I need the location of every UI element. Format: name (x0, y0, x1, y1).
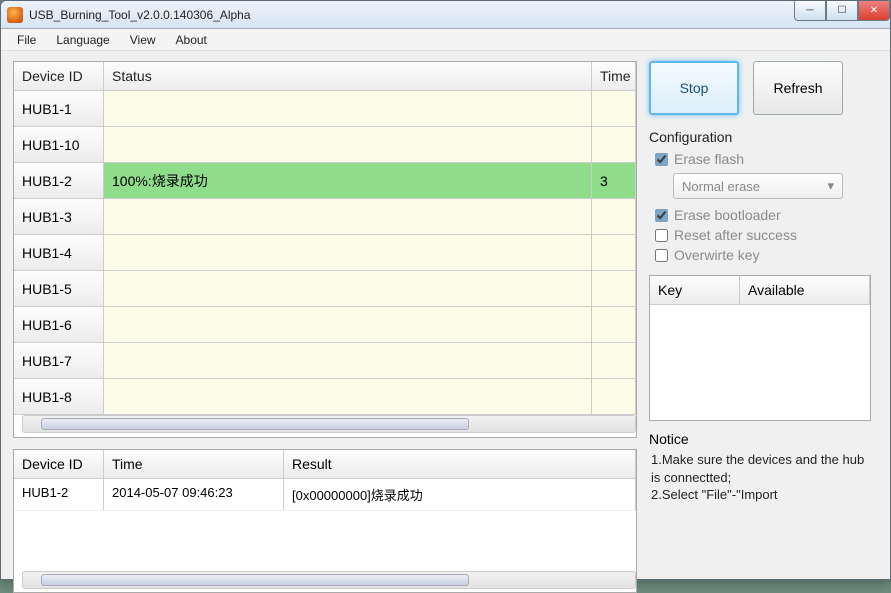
cell-status (104, 91, 592, 126)
cell-time (592, 199, 636, 234)
cell-status (104, 271, 592, 306)
notice-title: Notice (649, 431, 871, 447)
header-device-id[interactable]: Device ID (14, 62, 104, 90)
cell-device-id: HUB1-10 (14, 127, 104, 162)
log-header-time[interactable]: Time (104, 450, 284, 478)
cell-status (104, 127, 592, 162)
overwrite-key-input[interactable] (655, 249, 668, 262)
table-row[interactable]: HUB1-8 (14, 379, 636, 415)
overwrite-key-checkbox[interactable]: Overwirte key (649, 245, 871, 265)
erase-flash-label: Erase flash (674, 151, 744, 167)
cell-status: 100%:烧录成功 (104, 163, 592, 198)
titlebar[interactable]: USB_Burning_Tool_v2.0.0.140306_Alpha ─ ☐… (1, 1, 890, 29)
cell-time: 3 (592, 163, 636, 198)
cell-time (592, 343, 636, 378)
cell-time (592, 235, 636, 270)
app-icon (7, 7, 23, 23)
menu-about[interactable]: About (166, 31, 217, 49)
cell-device-id: HUB1-6 (14, 307, 104, 342)
reset-after-checkbox[interactable]: Reset after success (649, 225, 871, 245)
key-header-available[interactable]: Available (740, 276, 870, 304)
side-panel: Stop Refresh Configuration Erase flash N… (649, 61, 871, 504)
table-row[interactable]: HUB1-7 (14, 343, 636, 379)
log-cell-time: 2014-05-07 09:46:23 (104, 479, 284, 510)
erase-mode-select[interactable]: Normal erase ▾ (673, 173, 843, 199)
app-window: USB_Burning_Tool_v2.0.0.140306_Alpha ─ ☐… (0, 0, 891, 580)
device-table: Device ID Status Time HUB1-1HUB1-10HUB1-… (13, 61, 637, 438)
table-row[interactable]: HUB1-4 (14, 235, 636, 271)
table-row[interactable]: HUB1-6 (14, 307, 636, 343)
table-row[interactable]: HUB1-10 (14, 127, 636, 163)
cell-status (104, 307, 592, 342)
erase-flash-checkbox[interactable]: Erase flash (649, 149, 871, 169)
log-table: Device ID Time Result HUB1-22014-05-07 0… (13, 449, 637, 593)
notice-body: 1.Make sure the devices and the hub is c… (649, 451, 871, 504)
cell-device-id: HUB1-8 (14, 379, 104, 414)
reset-after-input[interactable] (655, 229, 668, 242)
erase-flash-input[interactable] (655, 153, 668, 166)
cell-time (592, 271, 636, 306)
header-time[interactable]: Time (592, 62, 636, 90)
cell-status (104, 199, 592, 234)
reset-after-label: Reset after success (674, 227, 797, 243)
log-horizontal-scrollbar[interactable] (22, 571, 636, 589)
cell-device-id: HUB1-5 (14, 271, 104, 306)
close-button[interactable]: ✕ (858, 1, 890, 21)
device-table-header: Device ID Status Time (14, 62, 636, 91)
chevron-down-icon: ▾ (827, 178, 834, 194)
key-header-key[interactable]: Key (650, 276, 740, 304)
horizontal-scrollbar[interactable] (22, 415, 636, 433)
table-row[interactable]: HUB1-3 (14, 199, 636, 235)
cell-status (104, 379, 592, 414)
key-table: Key Available (649, 275, 871, 421)
erase-bootloader-checkbox[interactable]: Erase bootloader (649, 205, 871, 225)
overwrite-key-label: Overwirte key (674, 247, 760, 263)
erase-bootloader-input[interactable] (655, 209, 668, 222)
menubar: File Language View About (1, 29, 890, 51)
header-status[interactable]: Status (104, 62, 592, 90)
stop-button[interactable]: Stop (649, 61, 739, 115)
minimize-button[interactable]: ─ (794, 1, 826, 21)
cell-device-id: HUB1-1 (14, 91, 104, 126)
log-cell-result: [0x00000000]烧录成功 (284, 479, 636, 510)
cell-device-id: HUB1-2 (14, 163, 104, 198)
log-table-header: Device ID Time Result (14, 450, 636, 479)
notice-group: Notice 1.Make sure the devices and the h… (649, 431, 871, 504)
cell-time (592, 127, 636, 162)
log-cell-id: HUB1-2 (14, 479, 104, 510)
cell-status (104, 235, 592, 270)
action-buttons: Stop Refresh (649, 61, 871, 115)
cell-device-id: HUB1-7 (14, 343, 104, 378)
content-area: Device ID Status Time HUB1-1HUB1-10HUB1-… (1, 51, 890, 579)
refresh-button[interactable]: Refresh (753, 61, 843, 115)
key-table-header: Key Available (650, 276, 870, 305)
window-controls: ─ ☐ ✕ (794, 1, 890, 21)
log-header-result[interactable]: Result (284, 450, 636, 478)
table-row[interactable]: HUB1-1 (14, 91, 636, 127)
log-table-body: HUB1-22014-05-07 09:46:23[0x00000000]烧录成… (14, 479, 636, 511)
menu-view[interactable]: View (120, 31, 166, 49)
menu-language[interactable]: Language (46, 31, 119, 49)
table-row[interactable]: HUB1-2100%:烧录成功3 (14, 163, 636, 199)
log-header-device-id[interactable]: Device ID (14, 450, 104, 478)
cell-device-id: HUB1-3 (14, 199, 104, 234)
erase-bootloader-label: Erase bootloader (674, 207, 781, 223)
scrollbar-thumb[interactable] (41, 418, 469, 430)
window-title: USB_Burning_Tool_v2.0.0.140306_Alpha (29, 8, 251, 22)
erase-mode-value: Normal erase (682, 179, 760, 194)
cell-time (592, 307, 636, 342)
table-row[interactable]: HUB1-5 (14, 271, 636, 307)
configuration-group: Configuration Erase flash Normal erase ▾… (649, 129, 871, 265)
cell-time (592, 91, 636, 126)
device-table-body: HUB1-1HUB1-10HUB1-2100%:烧录成功3HUB1-3HUB1-… (14, 91, 636, 415)
menu-file[interactable]: File (7, 31, 46, 49)
configuration-title: Configuration (649, 129, 871, 145)
log-row[interactable]: HUB1-22014-05-07 09:46:23[0x00000000]烧录成… (14, 479, 636, 511)
cell-device-id: HUB1-4 (14, 235, 104, 270)
cell-time (592, 379, 636, 414)
maximize-button[interactable]: ☐ (826, 1, 858, 21)
log-scrollbar-thumb[interactable] (41, 574, 469, 586)
cell-status (104, 343, 592, 378)
